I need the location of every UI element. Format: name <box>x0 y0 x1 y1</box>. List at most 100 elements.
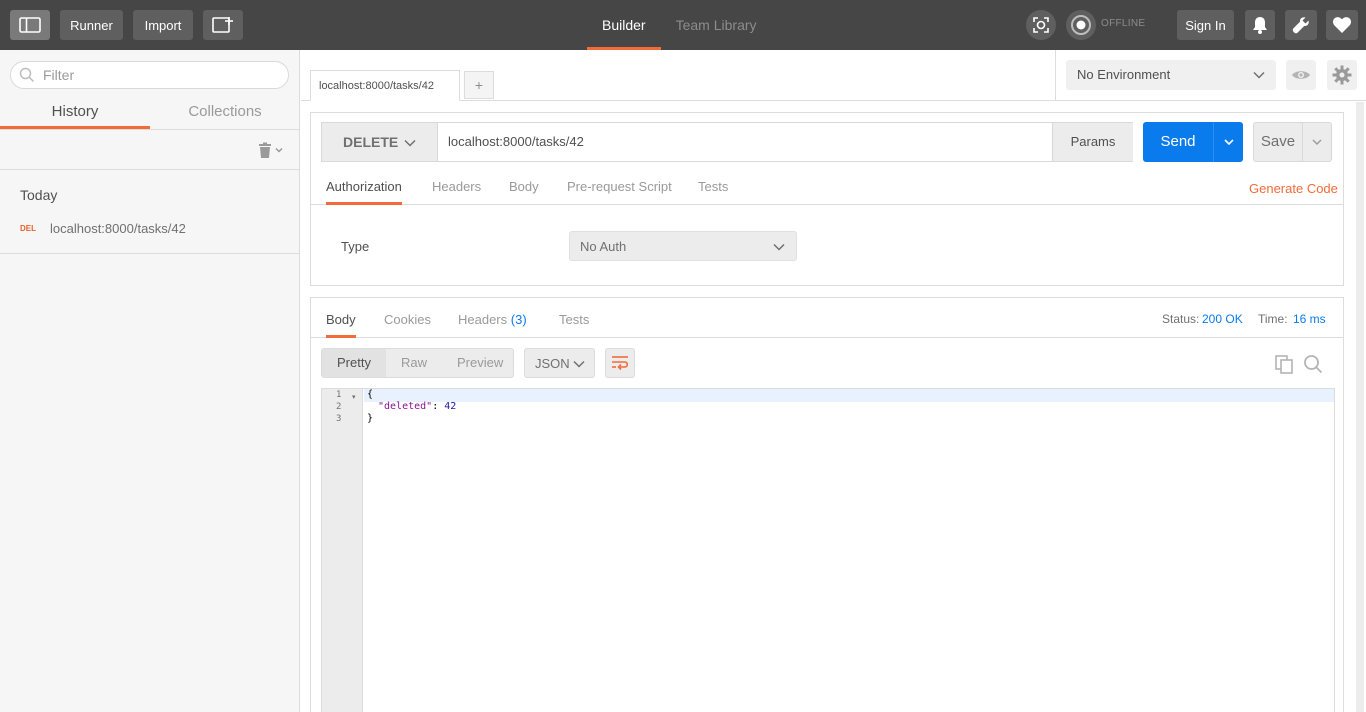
request-tab[interactable]: localhost:8000/tasks/42 <box>310 70 460 101</box>
eye-icon <box>1292 71 1310 79</box>
line-number: 1 <box>336 390 342 400</box>
chevron-down-icon <box>404 139 416 147</box>
auth-type-select[interactable]: No Auth <box>569 231 797 261</box>
notifications-button[interactable] <box>1245 10 1275 40</box>
json-key: "deleted" <box>378 401 433 412</box>
interceptor-icon <box>1071 15 1091 35</box>
clear-history-button[interactable] <box>258 142 284 158</box>
tab-response-headers-label: Headers <box>458 312 508 327</box>
json-value: 42 <box>444 401 457 412</box>
sidebar: History Collections Today DEL localhost:… <box>0 50 300 712</box>
environment-select[interactable]: No Environment <box>1066 60 1276 90</box>
code-line: { <box>367 389 374 400</box>
interceptor-button[interactable] <box>1066 10 1096 40</box>
sync-button[interactable] <box>1026 10 1056 40</box>
support-button[interactable] <box>1326 10 1358 40</box>
tab-response-headers[interactable]: Headers (3) <box>458 312 527 327</box>
response-panel: Body Cookies Headers (3) Tests Status: 2… <box>310 297 1344 712</box>
tab-pre-request-script[interactable]: Pre-request Script <box>567 179 672 194</box>
sidebar-toggle-icon <box>19 17 41 33</box>
chevron-down-icon <box>1312 139 1322 145</box>
method-select[interactable]: DELETE <box>322 123 438 161</box>
save-button[interactable]: Save <box>1253 122 1303 162</box>
sidebar-toggle-button[interactable] <box>10 10 50 40</box>
history-item-method: DEL <box>20 224 36 233</box>
view-pretty-button[interactable]: Pretty <box>322 349 386 377</box>
format-value: JSON <box>535 356 570 371</box>
response-body-editor[interactable]: 1 ▾ 2 3 { "deleted": 42 } <box>321 388 1335 712</box>
tab-history[interactable]: History <box>0 98 150 129</box>
auth-type-value: No Auth <box>580 239 627 254</box>
tab-builder[interactable]: Builder <box>587 0 661 50</box>
time-value[interactable]: 16 ms <box>1293 312 1326 326</box>
header-tabs: Builder Team Library <box>587 0 772 50</box>
tab-headers[interactable]: Headers <box>432 179 481 194</box>
bell-icon <box>1253 17 1267 34</box>
time-label: Time: <box>1258 312 1288 326</box>
main-scrollbar[interactable] <box>1356 102 1364 712</box>
add-tab-button[interactable]: + <box>464 71 494 99</box>
response-tabs: Body Cookies Headers (3) Tests Status: 2… <box>311 298 1343 338</box>
status-value[interactable]: 200 OK <box>1202 312 1243 326</box>
sync-icon <box>1033 17 1049 33</box>
new-tab-button[interactable] <box>203 10 243 40</box>
heart-icon <box>1333 17 1351 33</box>
new-tab-icon <box>212 17 233 33</box>
search-icon <box>19 67 35 83</box>
search-response-button[interactable] <box>1303 354 1323 377</box>
manage-environments-button[interactable] <box>1327 60 1357 90</box>
settings-button[interactable] <box>1285 10 1317 40</box>
filter-input[interactable] <box>43 67 263 83</box>
chevron-down-icon <box>773 243 785 251</box>
tab-team-library[interactable]: Team Library <box>661 0 772 50</box>
wrench-icon <box>1292 17 1309 34</box>
line-number: 3 <box>336 414 342 424</box>
view-preview-button[interactable]: Preview <box>442 349 518 377</box>
send-button[interactable]: Send <box>1143 122 1213 162</box>
import-button[interactable]: Import <box>133 10 193 40</box>
format-select[interactable]: JSON <box>524 348 595 378</box>
tab-response-body[interactable]: Body <box>326 312 356 338</box>
sidebar-tabs: History Collections <box>0 98 300 130</box>
auth-type-label: Type <box>341 239 370 254</box>
generate-code-link[interactable]: Generate Code <box>1249 181 1338 196</box>
send-options-button[interactable] <box>1213 122 1243 162</box>
view-mode-group: Pretty Raw Preview <box>321 348 514 378</box>
filter-box[interactable] <box>10 61 289 89</box>
tab-body[interactable]: Body <box>509 179 539 194</box>
tab-authorization[interactable]: Authorization <box>326 179 402 205</box>
tab-tests[interactable]: Tests <box>698 179 728 194</box>
runner-button[interactable]: Runner <box>60 10 123 40</box>
tab-response-tests[interactable]: Tests <box>559 312 589 327</box>
history-item[interactable]: DEL localhost:8000/tasks/42 <box>0 213 300 254</box>
wrap-lines-button[interactable] <box>605 348 635 378</box>
sign-in-button[interactable]: Sign In <box>1177 10 1234 40</box>
fold-arrow-icon[interactable]: ▾ <box>352 393 356 401</box>
params-button[interactable]: Params <box>1052 123 1133 161</box>
url-bar: DELETE localhost:8000/tasks/42 Params <box>321 122 1133 162</box>
copy-icon <box>1275 355 1293 374</box>
chevron-down-icon <box>1223 139 1234 146</box>
chevron-down-icon <box>275 147 283 153</box>
view-raw-button[interactable]: Raw <box>386 349 442 377</box>
top-header: Runner Import Builder Team Library OFFLI… <box>0 0 1366 50</box>
environment-select-value: No Environment <box>1077 67 1171 82</box>
active-line-highlight <box>364 389 1334 402</box>
code-line: "deleted": 42 <box>378 401 456 412</box>
environment-quick-look-button[interactable] <box>1286 60 1316 90</box>
method-value: DELETE <box>343 134 399 150</box>
offline-status: OFFLINE <box>1101 18 1146 29</box>
gear-icon <box>1332 65 1352 85</box>
request-tabs-bar: localhost:8000/tasks/42 + No Environment <box>301 50 1366 101</box>
url-input[interactable]: localhost:8000/tasks/42 <box>448 134 584 149</box>
environment-area: No Environment <box>1055 50 1366 100</box>
wrap-lines-icon <box>612 356 629 371</box>
copy-response-button[interactable] <box>1274 354 1294 377</box>
status-label: Status: <box>1162 312 1200 326</box>
sidebar-toolbar <box>0 130 300 170</box>
tab-cookies[interactable]: Cookies <box>384 312 431 327</box>
chevron-down-icon <box>573 360 585 368</box>
request-tabs: Authorization Headers Body Pre-request S… <box>311 172 1343 205</box>
tab-collections[interactable]: Collections <box>150 98 300 129</box>
save-options-button[interactable] <box>1302 122 1332 162</box>
